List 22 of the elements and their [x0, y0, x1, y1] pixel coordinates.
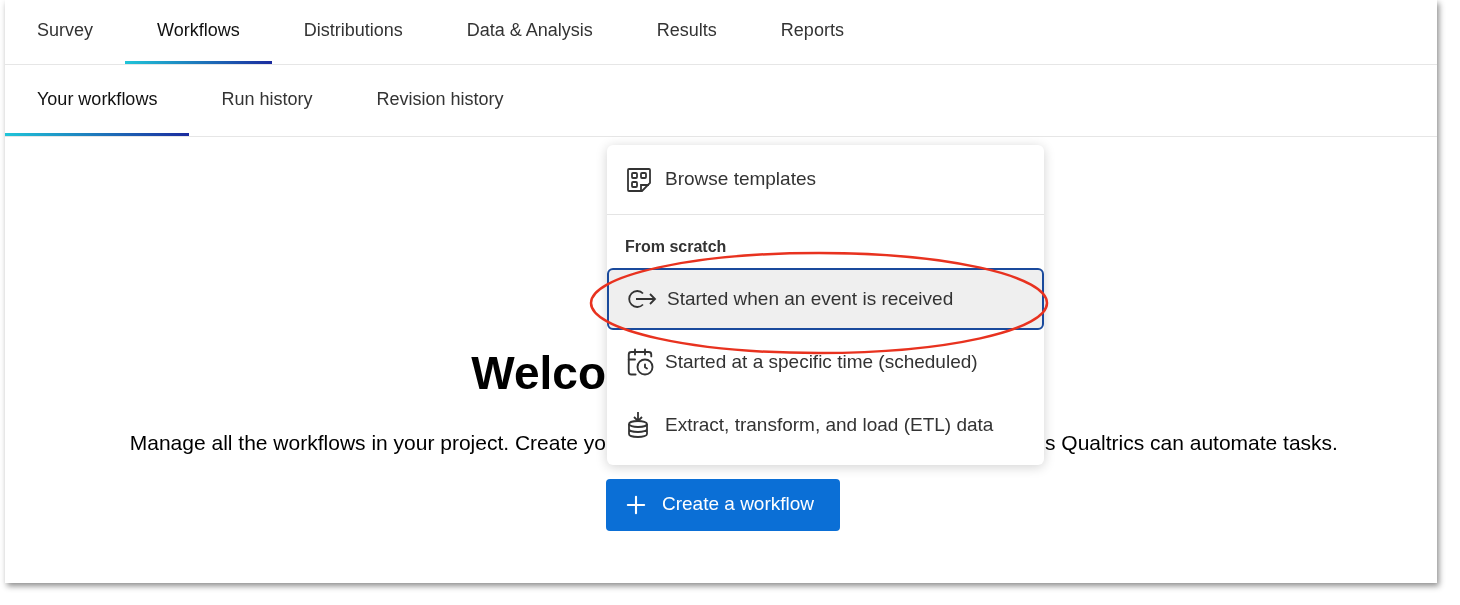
description-text: Manage all the workflows in your project. Create yo — [129, 430, 606, 456]
menu-section-header: From scratch — [624, 237, 728, 257]
menu-item[interactable]: Browse templates — [607, 145, 1044, 215]
description-text: s Qualtrics can automate tasks. — [1045, 430, 1339, 456]
tab[interactable]: Run history — [189, 65, 345, 136]
event-arrow-icon — [627, 288, 657, 310]
tab[interactable]: Data & Analysis — [434, 0, 625, 64]
tab[interactable]: Revision history — [344, 65, 536, 136]
tab[interactable]: Results — [624, 0, 749, 64]
template-grid-icon — [625, 165, 653, 194]
database-download-icon — [625, 411, 651, 439]
tab[interactable]: Survey — [5, 0, 126, 64]
tab[interactable]: Reports — [748, 0, 876, 64]
menu-item[interactable]: Started when an event is received — [607, 268, 1044, 330]
menu-item[interactable]: Started at a specific time (scheduled) — [607, 331, 1044, 393]
tab[interactable]: Your workflows — [5, 65, 190, 136]
calendar-clock-icon — [625, 347, 655, 377]
create-workflow-button[interactable]: Create a workflow — [606, 478, 840, 531]
welcome-heading: Welco — [471, 346, 606, 401]
tab[interactable]: Distributions — [271, 0, 435, 64]
tab[interactable]: Workflows — [125, 0, 272, 64]
menu-item[interactable]: Extract, transform, and load (ETL) data — [607, 394, 1044, 456]
